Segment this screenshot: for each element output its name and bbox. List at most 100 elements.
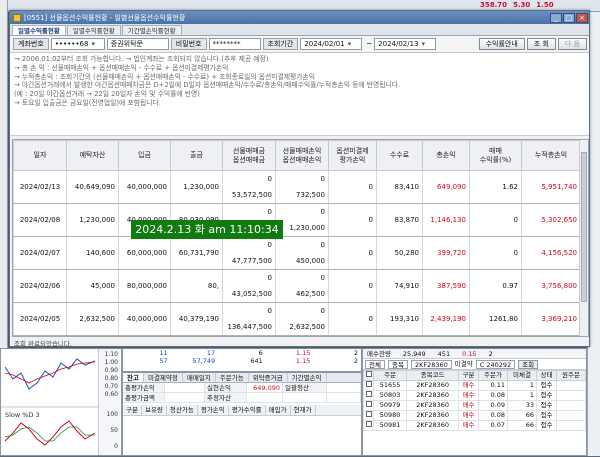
- table-row[interactable]: 2024/02/081,230,00040,000,00080,030,0900…: [13, 203, 581, 237]
- column-header[interactable]: 선물매매손익 옵션매매손익: [275, 140, 329, 171]
- tab-margin[interactable]: 위탁증거금: [249, 373, 288, 382]
- cell-trade_amt: 0 136,447,500: [222, 302, 276, 336]
- column-header[interactable]: 옵션미결제 평가손익: [328, 140, 377, 171]
- order-type-select[interactable]: 종목: [387, 359, 408, 369]
- cell-date: 2024/02/07: [13, 236, 67, 270]
- cell-unreal: 0: [328, 170, 377, 204]
- maximize-icon[interactable]: □: [563, 12, 575, 23]
- cell-trade_pl: 0 462,500: [275, 269, 329, 303]
- notice-line: → 야간옵션거래에서 발생한 야간옵션매매차금은 D+2일에 D일자 옵션매매손…: [14, 81, 401, 90]
- table-row[interactable]: 2024/02/07 140,600 60,000,000 60,731,790 0 47…: [13, 236, 581, 270]
- column-header: 현재가: [291, 405, 316, 415]
- next-button[interactable]: 다 음: [557, 38, 587, 50]
- cell-in: 80,000,000: [118, 269, 171, 303]
- liquidate-all-button[interactable]: 일괄청산: [283, 383, 327, 393]
- cell-ret: 1.62: [469, 170, 522, 204]
- column-header[interactable]: 매매 수익률(%): [469, 140, 522, 171]
- order-side: 매수: [458, 410, 479, 421]
- cell-trade_amt-line: 0: [267, 175, 272, 183]
- cell-trade_amt-line: 136,447,500: [227, 323, 272, 331]
- cell-deposit: 140,600: [66, 236, 119, 270]
- tab-daily-profit[interactable]: 일별수익률현황: [12, 25, 66, 35]
- column-header-line: 옵션매매손익: [282, 155, 322, 164]
- cell-trade_pl: 0 2,632,500: [275, 302, 329, 336]
- profit-guide-button[interactable]: 수익률안내: [478, 38, 525, 50]
- cell-trade_pl-line: 0: [320, 241, 325, 249]
- cell-out: 1,230,000: [170, 170, 223, 204]
- cell-trade_pl-line: 0: [320, 175, 325, 183]
- book-cell: 641: [250, 357, 263, 365]
- cell-ret: 0: [469, 203, 522, 237]
- tab-orderable[interactable]: 주문가능: [216, 373, 249, 382]
- order-mode-label: 미결약: [454, 359, 473, 368]
- profit-rate-window: [0551] 선물옵션수익률현황 - 일별선물옵션수익률현황 _ □ × 일별수…: [9, 10, 590, 348]
- query-filter-bar: 계좌번호 ••••••68 증권위탁문 비밀번호 ******** 조회기간 2…: [10, 36, 589, 53]
- order-book-row: 11 17 6 1.15 2: [123, 349, 361, 357]
- column-header: 원주문: [555, 370, 587, 381]
- select-all-checkbox[interactable]: [363, 370, 374, 381]
- tab-period-profit[interactable]: 기간별손익률현황: [121, 25, 182, 35]
- order-state: 접수: [536, 390, 557, 401]
- tab-period-pl[interactable]: 기간별손익: [288, 373, 327, 382]
- symbol-code-input[interactable]: 2KF28360: [410, 359, 452, 369]
- minimize-icon[interactable]: _: [550, 12, 562, 23]
- order-row[interactable]: 50803 2KF28360 매수 0.08 1 접수: [363, 390, 587, 401]
- column-header[interactable]: 선물매매금 옵션매매금: [222, 140, 276, 171]
- order-row[interactable]: 50979 2KF28360 매수 0.09 33 접수: [363, 400, 587, 411]
- summary-label: 매수잔량: [367, 350, 391, 358]
- notice-line: → 토요일 입출금은 금요일(전영업일)에 포함됩니다.: [14, 98, 161, 107]
- table-row[interactable]: 2024/02/06 45,000 80,000,000 80, 0 43,052,500…: [13, 269, 581, 303]
- summary-value: 0.15: [462, 350, 477, 358]
- column-header[interactable]: 입금: [118, 140, 171, 171]
- tab-daily-profit-2[interactable]: 일별수익률현황: [66, 25, 121, 35]
- password-input[interactable]: ********: [208, 38, 261, 50]
- cell-ret: 0: [469, 236, 522, 270]
- order-checkbox[interactable]: [363, 410, 374, 421]
- cell-total_pl: 387,590: [422, 269, 470, 303]
- book-cell: 1.15: [295, 357, 311, 365]
- column-header[interactable]: 총손익: [422, 140, 470, 171]
- column-header: 종목코드: [406, 370, 460, 381]
- column-header[interactable]: 일자: [13, 140, 67, 171]
- tab-balance[interactable]: 잔고: [123, 373, 144, 382]
- vertical-scrollbar[interactable]: [579, 140, 588, 336]
- scroll-thumb[interactable]: [581, 152, 587, 302]
- axis-tick: 50: [110, 427, 118, 434]
- cell-trade_amt-line: 47,777,500: [231, 257, 272, 265]
- order-origin: [555, 400, 587, 411]
- cell-trade_pl-line: 2,632,500: [289, 323, 325, 331]
- column-header[interactable]: 예탁자산: [66, 140, 119, 171]
- table-row[interactable]: 2024/02/13 40,649,090 40,000,000 1,230,000 0…: [13, 170, 581, 204]
- account-number-select[interactable]: ••••••68: [50, 38, 105, 50]
- order-row[interactable]: 50981 2KF28360 매수 0.07 66 접수: [363, 420, 587, 431]
- order-checkbox[interactable]: [363, 380, 374, 391]
- window-titlebar[interactable]: [0551] 선물옵션수익률현황 - 일별선물옵션수익률현황 _ □ ×: [10, 11, 589, 24]
- tab-trade-log[interactable]: 매매일지: [183, 373, 216, 382]
- close-icon[interactable]: ×: [576, 12, 588, 23]
- date-from-input[interactable]: 2024/02/01: [300, 38, 363, 50]
- column-header[interactable]: 수수료: [376, 140, 423, 171]
- daily-profit-grid[interactable]: 일자 예탁자산 입금 출금 선물매매금 옵션매매금 선물매매손익 옵션매매손익 옵션미결제 평가손…: [12, 139, 589, 337]
- cell-date: 2024/02/06: [13, 269, 67, 303]
- order-checkbox[interactable]: [363, 400, 374, 411]
- order-code: 2KF28360: [406, 410, 460, 421]
- order-no: 50803: [372, 390, 408, 401]
- order-row[interactable]: 50980 2KF28360 매수 0.08 66 접수: [363, 410, 587, 421]
- order-checkbox[interactable]: [363, 390, 374, 401]
- date-to-input[interactable]: 2024/02/13: [374, 38, 437, 50]
- table-row[interactable]: 2024/02/05 2,632,500 40,000,000 40,379,190 0…: [13, 302, 581, 336]
- tab-open-interest[interactable]: 미결제약정: [144, 373, 183, 382]
- order-checkbox[interactable]: [363, 420, 374, 431]
- order-account-select[interactable]: C 240292: [475, 359, 516, 369]
- column-header-line: 매매: [489, 146, 502, 155]
- table-row[interactable]: 2024/02/02572,50040,000,00040,551,410067…: [13, 335, 581, 336]
- order-kind-select[interactable]: 전체: [365, 359, 385, 369]
- order-origin: [555, 410, 587, 421]
- column-header[interactable]: 출금: [170, 140, 223, 171]
- price-chart-panel[interactable]: Slow %D 3 1.10 1.00 0.90 0.80 0.70 0.60 …: [0, 348, 122, 456]
- order-refresh-button[interactable]: 조회: [518, 359, 539, 369]
- column-header[interactable]: 누적총손익: [521, 140, 581, 171]
- balance-panel: 잔고 미결제약정 매매일지 주문가능 위탁증거금 기간별손익 총평가손익 실현손…: [122, 372, 362, 456]
- order-row[interactable]: 51655 2KF28360 매수 0.11 1 접수: [363, 380, 587, 391]
- query-button[interactable]: 조 회: [526, 38, 556, 50]
